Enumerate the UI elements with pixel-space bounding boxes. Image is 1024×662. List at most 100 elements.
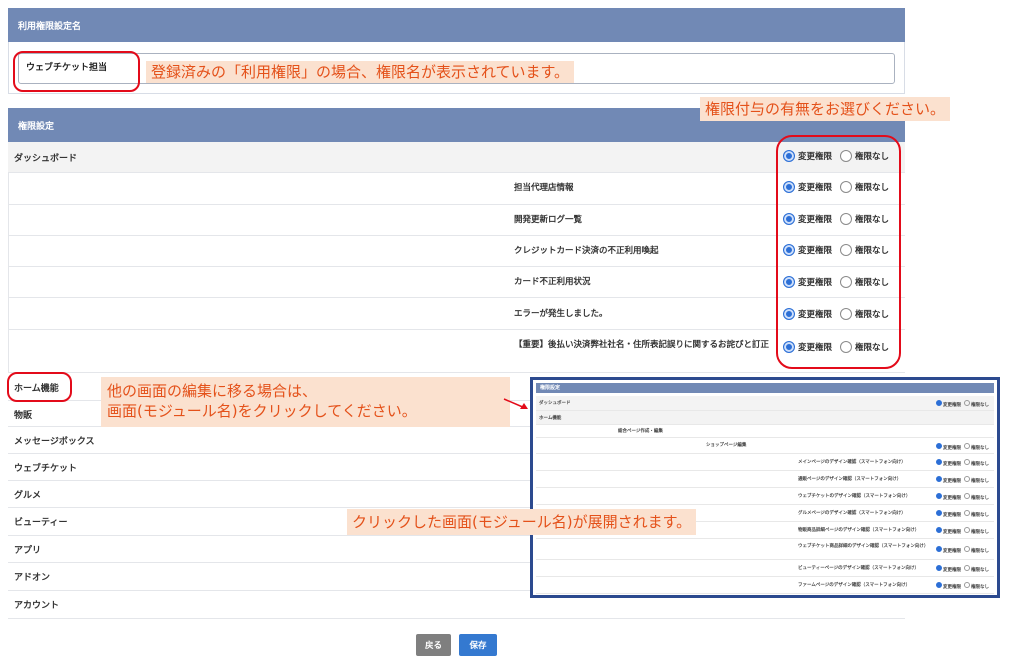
arrow-icon — [503, 398, 528, 409]
preview-radios: 変更権限 権限なし — [936, 510, 989, 518]
preview-item-label: ビューティーページのデザイン確認（スマートフォン向け） — [798, 566, 920, 571]
preview-item-label: 物販商品詳細ページのデザイン確認（スマートフォン向け） — [798, 528, 920, 533]
preview-item-row: ウェブチケット商品詳細のデザイン確認（スマートフォン向け） 変更権限 権限なし — [536, 539, 994, 560]
preview-option-change: 変更権限 — [943, 530, 961, 535]
dashboard-item-row: エラーが発生しました。 — [8, 298, 905, 330]
radio-empty-icon — [964, 565, 970, 571]
dashboard-item-row: 担当代理店情報 — [8, 173, 905, 205]
preview-item-label: グルメページのデザイン確認（スマートフォン向け） — [798, 511, 906, 516]
radio-selected-icon — [936, 443, 942, 449]
radio-selected-icon — [936, 582, 942, 588]
callout-edit-line1: 他の画面の編集に移る場合は、 — [107, 382, 318, 400]
name-highlight — [13, 51, 140, 92]
preview-option-change: 変更権限 — [943, 568, 961, 573]
module-label: アカウント — [14, 601, 60, 611]
save-button[interactable]: 保存 — [459, 634, 497, 656]
radio-empty-icon — [964, 582, 970, 588]
radio-selected-icon — [936, 527, 942, 533]
preview-option-none: 権限なし — [971, 446, 989, 451]
callout-choose: 権限付与の有無をお選びください。 — [700, 97, 951, 121]
dashboard-item-row: 開発更新ログ一覧 — [8, 205, 905, 236]
module-label: 物販 — [14, 411, 33, 421]
back-button[interactable]: 戻る — [416, 634, 451, 656]
dashboard-item-row: 【重要】後払い決済弊社社名・住所表記誤りに関するお詫びと訂正 — [8, 330, 905, 373]
preview-radios: 変更権限 権限なし — [936, 493, 989, 501]
preview-option-change: 変更権限 — [943, 513, 961, 518]
preview-option-change: 変更権限 — [943, 585, 961, 590]
module-label: アプリ — [14, 546, 42, 556]
callout-edit-line2: 画面(モジュール名)をクリックしてください。 — [107, 402, 417, 420]
preview-radios: 変更権限 権限なし — [936, 546, 989, 554]
preview-item-row: ファームページのデザイン確認（スマートフォン向け） 変更権限 権限なし — [536, 577, 994, 594]
preview-item-label: ウェブチケット商品詳細のデザイン確認（スマートフォン向け） — [798, 544, 929, 549]
radio-selected-icon — [936, 459, 942, 465]
radio-empty-icon — [964, 459, 970, 465]
module-label: アドオン — [14, 573, 51, 583]
callout-expand: クリックした画面(モジュール名)が展開されます。 — [347, 509, 697, 535]
callout-name: 登録済みの「利用権限」の場合、権限名が表示されています。 — [146, 61, 575, 83]
dashboard-item-label: クレジットカード決済の不正利用喚起 — [514, 246, 659, 256]
preview-option-none: 権限なし — [971, 479, 989, 484]
radio-selected-icon — [936, 565, 942, 571]
preview-option-none: 権限なし — [971, 585, 989, 590]
preview-radios: 変更権限 権限なし — [936, 582, 989, 590]
radio-empty-icon — [964, 510, 970, 516]
radio-selected-icon — [936, 400, 942, 406]
preview-item-label: 通販ページのデザイン確認（スマートフォン向け） — [798, 477, 902, 482]
preview-option-none: 権限なし — [971, 462, 989, 467]
preview-option-change: 変更権限 — [943, 549, 961, 554]
dashboard-item-label: 【重要】後払い決済弊社社名・住所表記誤りに関するお詫びと訂正 — [514, 340, 770, 350]
preview-shop-edit-label: ショップページ編集 — [706, 443, 747, 448]
radio-empty-icon — [964, 476, 970, 482]
module-label: ビューティー — [14, 518, 68, 528]
preview-radios: 変更権限 権限なし — [936, 476, 989, 484]
preview-dashboard-label: ダッシュボード — [539, 401, 571, 406]
expanded-preview: 権限設定 ダッシュボード 変更権限 権限なし ホーム機能 総合ページ作成・編集 シ… — [530, 377, 1000, 598]
dashboard-item-label: 開発更新ログ一覧 — [514, 215, 583, 225]
radio-empty-icon — [964, 527, 970, 533]
preview-option-none: 権限なし — [971, 496, 989, 501]
module-label: メッセージボックス — [14, 437, 95, 447]
module-label: グルメ — [14, 491, 42, 501]
dashboard-item-label: エラーが発生しました。 — [514, 309, 608, 319]
preview-header: 権限設定 — [536, 383, 994, 393]
preview-radios: 変更権限 権限なし — [936, 443, 989, 451]
name-section-header: 利用権限設定名 — [8, 8, 905, 42]
preview-item-label: ウェブチケットのデザイン確認（スマートフォン向け） — [798, 494, 911, 499]
module-label: ウェブチケット — [14, 464, 78, 474]
preview-option-change: 変更権限 — [943, 496, 961, 501]
preview-option-change: 変更権限 — [943, 462, 961, 467]
preview-option-none: 権限なし — [971, 568, 989, 573]
radio-selected-icon — [936, 476, 942, 482]
radio-selected-icon — [936, 510, 942, 516]
preview-item-row: ウェブチケットのデザイン確認（スマートフォン向け） 変更権限 権限なし — [536, 488, 994, 505]
radio-selected-icon — [936, 546, 942, 552]
preview-home-row: ホーム機能 — [536, 411, 994, 425]
dashboard-item-row: クレジットカード決済の不正利用喚起 — [8, 236, 905, 267]
radio-empty-icon — [964, 546, 970, 552]
preview-option-none: 権限なし — [971, 530, 989, 535]
preview-item-row: 通販ページのデザイン確認（スマートフォン向け） 変更権限 権限なし — [536, 471, 994, 488]
preview-radios: 変更権限 権限なし — [936, 459, 989, 467]
preview-home-label: ホーム機能 — [539, 416, 562, 421]
radio-empty-icon — [964, 443, 970, 449]
radio-column-highlight — [776, 135, 901, 369]
preview-page-edit-label: 総合ページ作成・編集 — [618, 429, 663, 434]
preview-dashboard-row: ダッシュボード 変更権限 権限なし — [536, 396, 994, 411]
preview-radios: 変更権限 権限なし — [936, 565, 989, 573]
radio-empty-icon — [964, 400, 970, 406]
preview-page-edit-row: 総合ページ作成・編集 — [536, 425, 994, 438]
preview-option-change: 変更権限 — [943, 446, 961, 451]
preview-item-label: ファームページのデザイン確認（スマートフォン向け） — [798, 583, 911, 588]
radio-empty-icon — [964, 493, 970, 499]
preview-radios: 変更権限 権限なし — [936, 527, 989, 535]
dashboard-row[interactable]: ダッシュボード — [8, 142, 905, 173]
dashboard-item-label: カード不正利用状況 — [514, 277, 591, 287]
preview-option-none: 権限なし — [971, 403, 989, 408]
preview-item-row: メインページのデザイン確認（スマートフォン向け） 変更権限 権限なし — [536, 454, 994, 471]
home-module-highlight — [7, 372, 72, 402]
dashboard-item-label: 担当代理店情報 — [514, 183, 574, 193]
radio-selected-icon — [936, 493, 942, 499]
preview-option-none: 権限なし — [971, 549, 989, 554]
dashboard-label: ダッシュボード — [14, 154, 78, 164]
